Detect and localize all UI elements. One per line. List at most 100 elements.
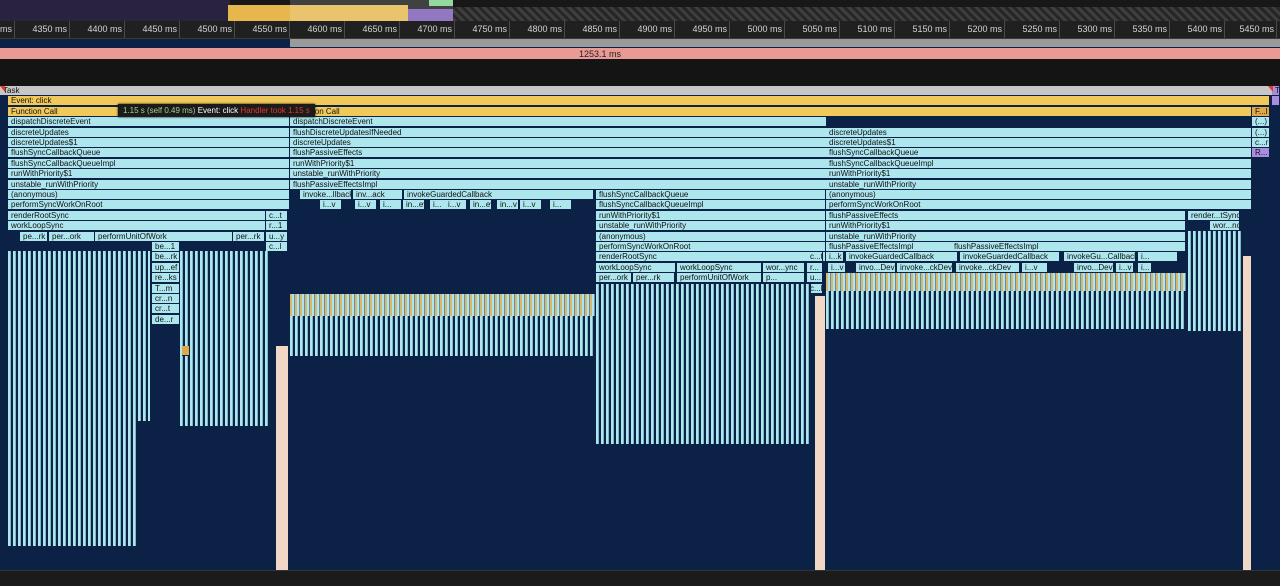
flame-deep-calls[interactable] — [826, 273, 1186, 291]
bottom-scrollbar[interactable] — [0, 570, 1280, 586]
flame-deep-calls[interactable] — [290, 316, 595, 356]
selection-range-bar[interactable] — [290, 39, 1280, 47]
flame-frame[interactable]: up...ef — [152, 262, 180, 273]
flame-frame[interactable]: invokeGuardedCallback — [960, 252, 1060, 263]
flame-frame[interactable]: render...tSync — [1188, 210, 1240, 221]
overview-selection-window[interactable] — [290, 0, 453, 21]
flame-frame[interactable]: in...ev — [470, 200, 492, 211]
event-frame[interactable] — [1272, 96, 1280, 107]
flame-frame[interactable]: in...ev — [403, 200, 425, 211]
flame-frame[interactable]: i... — [1138, 262, 1152, 273]
flame-frame[interactable]: wor...ync — [763, 262, 805, 273]
flame-frame[interactable]: discreteUpdates — [290, 138, 827, 148]
flame-frame[interactable]: u...y — [266, 231, 288, 242]
flame-frame[interactable]: be...1 — [152, 242, 180, 252]
flame-frame[interactable]: T...m — [152, 283, 180, 294]
time-ruler[interactable]: 0 ms 4350 ms 4400 ms 4450 ms 4500 ms 4550 ms 4… — [0, 21, 1280, 39]
flame-frame[interactable]: in...v — [497, 200, 519, 211]
flame-frame[interactable]: i...v — [828, 262, 846, 273]
flame-frame[interactable]: cr...n — [152, 294, 180, 304]
flame-deep-calls[interactable] — [826, 291, 1186, 329]
flame-frame[interactable]: wor...nc — [1210, 221, 1240, 232]
flame-frame[interactable]: pe...rk — [20, 231, 48, 242]
flame-frame[interactable]: i... — [380, 200, 402, 211]
function-call-frame[interactable]: Function Call — [290, 106, 1252, 117]
flame-frame[interactable]: i...v — [1022, 262, 1048, 273]
flame-frame[interactable]: discreteUpdates$1 — [826, 138, 1252, 148]
flame-frame[interactable]: performUnitOfWork — [95, 231, 233, 242]
flame-frame[interactable]: renderRootSync — [596, 252, 826, 263]
flame-frame[interactable]: per...ork — [596, 273, 632, 284]
flame-frame[interactable]: i...v — [320, 200, 342, 211]
flame-frame[interactable]: i... — [1138, 252, 1178, 263]
flame-frame[interactable]: runWithPriority$1 — [596, 210, 826, 221]
flame-frame[interactable]: i...v — [1116, 262, 1134, 273]
flame-frame[interactable]: flushDiscreteUpdatesIfNeeded — [290, 127, 827, 138]
flame-frame[interactable]: discreteUpdates — [8, 127, 290, 138]
flame-frame[interactable]: be...rk — [152, 252, 180, 263]
flame-frame[interactable]: invo...Dev — [856, 262, 896, 273]
main-thread-flame-chart[interactable]: Task Event: click Function Call Function Ca… — [0, 86, 1280, 570]
flame-frame[interactable]: c...t — [807, 252, 823, 263]
flame-frame[interactable]: unstable_runWithPriority — [8, 179, 290, 190]
flame-frame[interactable]: invokeGuardedCallback — [846, 252, 958, 263]
flame-deep-calls[interactable] — [1188, 231, 1243, 331]
task-frame[interactable]: T — [1272, 86, 1280, 96]
flame-frame[interactable]: R... — [1252, 148, 1270, 159]
flame-frame[interactable]: invokeGuardedCallback — [404, 190, 594, 200]
flame-frame[interactable]: (anonymous) — [596, 231, 826, 242]
flame-frame[interactable]: per...ork — [49, 231, 95, 242]
flame-frame[interactable]: workLoopSync — [8, 221, 266, 232]
flame-frame[interactable]: workLoopSync — [677, 262, 762, 273]
flame-frame[interactable]: flushSyncCallbackQueue — [826, 148, 1252, 159]
flame-frame[interactable]: i...v — [445, 200, 467, 211]
timeline-overview[interactable] — [0, 0, 1280, 21]
flame-frame[interactable]: per...rk — [233, 231, 265, 242]
flame-frame[interactable]: r...1 — [266, 221, 288, 232]
flame-deep-calls[interactable] — [290, 294, 595, 316]
flame-frame[interactable]: unstable_runWithPriority — [826, 231, 1186, 242]
flame-frame[interactable]: invokeGu...Callback — [1064, 252, 1136, 263]
flame-frame[interactable]: u... — [807, 273, 823, 284]
flame-frame[interactable]: runWithPriority$1 — [826, 221, 1186, 232]
function-call-frame[interactable]: F...l — [1252, 106, 1270, 117]
flame-frame[interactable]: runWithPriority$1 — [826, 169, 1252, 180]
flame-frame[interactable]: performSyncWorkOnRoot — [826, 200, 1252, 211]
flame-frame[interactable]: performUnitOfWork — [677, 273, 762, 284]
flame-frame[interactable]: dispatchDiscreteEvent — [8, 117, 290, 128]
gc-frame[interactable] — [815, 296, 825, 570]
flame-frame[interactable]: re...ks — [152, 273, 180, 284]
flame-frame[interactable]: de...r — [152, 314, 180, 325]
flame-frame[interactable]: i...v — [355, 200, 377, 211]
flame-frame[interactable]: (anonymous) — [826, 190, 1252, 200]
flame-frame[interactable]: discreteUpdates — [826, 127, 1252, 138]
flame-frame[interactable]: i...k — [826, 252, 844, 263]
flame-frame[interactable]: invoke...llback — [300, 190, 352, 200]
flame-frame[interactable]: flushPassiveEffects — [826, 210, 1186, 221]
flame-frame[interactable]: discreteUpdates$1 — [8, 138, 290, 148]
flame-frame[interactable]: flushSyncCallbackQueueImpl — [596, 200, 826, 211]
flame-frame[interactable]: invo...Dev — [1074, 262, 1114, 273]
gc-frame[interactable] — [1243, 256, 1251, 570]
flame-frame[interactable]: c...t — [266, 210, 288, 221]
flame-deep-calls[interactable] — [180, 251, 270, 426]
flame-frame[interactable]: workLoopSync — [596, 262, 676, 273]
flame-frame[interactable]: unstable_runWithPriority — [826, 179, 1252, 190]
flame-frame[interactable]: dispatchDiscreteEvent — [290, 117, 827, 128]
flame-deep-calls[interactable] — [8, 421, 138, 546]
flame-frame[interactable]: flushSyncCallbackQueueImpl — [826, 158, 1252, 169]
flame-frame[interactable]: renderRootSync — [8, 210, 266, 221]
flame-frame[interactable]: flushSyncCallbackQueue — [8, 148, 290, 159]
flame-frame[interactable]: (anonymous) — [8, 190, 290, 200]
flame-frame[interactable]: flushPassiveEffectsImpl — [951, 242, 1186, 252]
flame-frame[interactable]: r... — [807, 262, 823, 273]
flame-frame[interactable]: unstable_runWithPriority — [596, 221, 826, 232]
task-frame[interactable]: Task — [0, 86, 1280, 96]
flame-frame[interactable]: runWithPriority$1 — [8, 169, 290, 180]
flame-frame[interactable]: p... — [763, 273, 805, 284]
flame-frame[interactable] — [182, 346, 190, 356]
flame-frame[interactable]: per...rk — [633, 273, 675, 284]
flame-frame[interactable]: i...v — [520, 200, 542, 211]
flame-frame[interactable]: performSyncWorkOnRoot — [8, 200, 290, 211]
flame-frame[interactable]: inv...ack — [353, 190, 403, 200]
